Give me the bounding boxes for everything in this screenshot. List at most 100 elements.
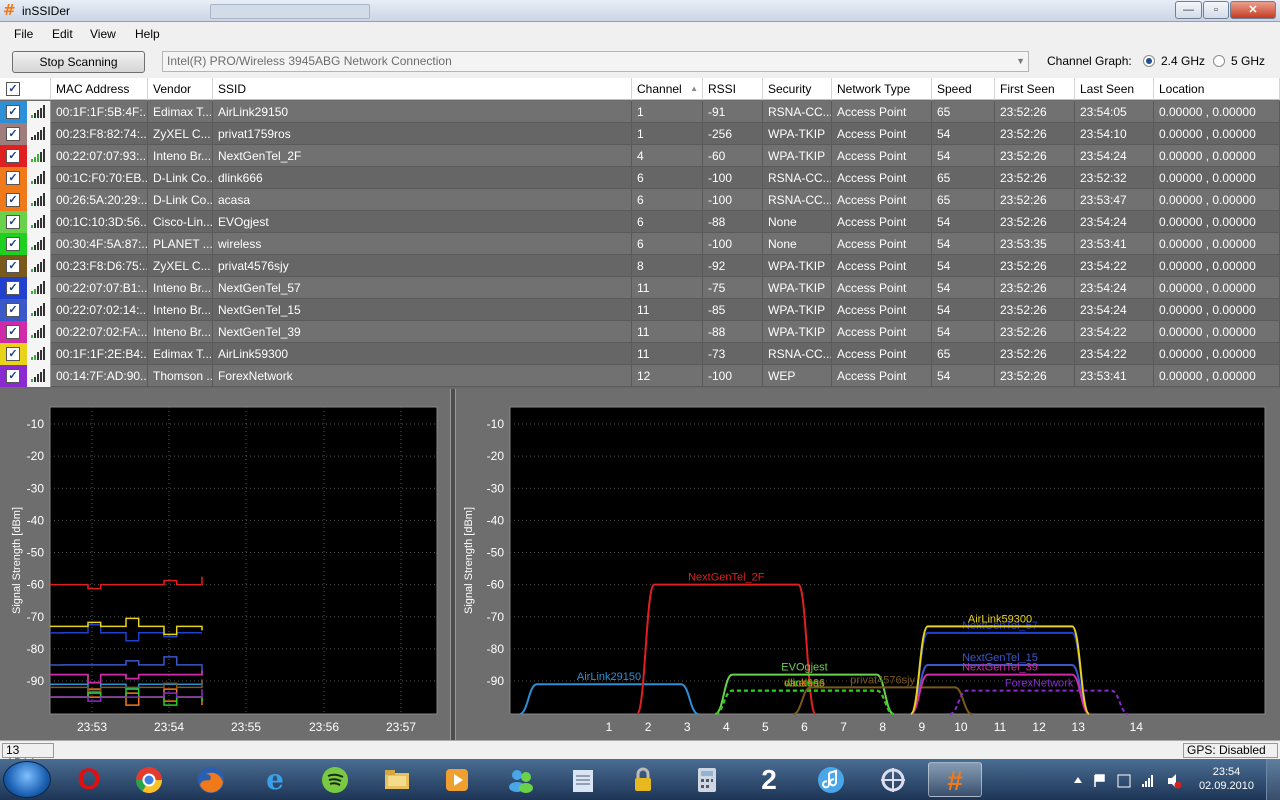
opera-icon[interactable]: O xyxy=(62,762,116,797)
graph-splitter[interactable] xyxy=(450,389,456,740)
cell-network-type: Access Point xyxy=(832,189,932,211)
row-checkbox[interactable]: ✓ xyxy=(0,145,27,167)
column-header-ssid[interactable]: SSID xyxy=(213,78,632,100)
signal-column-header[interactable] xyxy=(27,78,51,100)
minimize-button[interactable]: — xyxy=(1175,1,1202,19)
table-row[interactable]: ✓ 00:26:5A:20:29:... D-Link Co... acasa 6 -10… xyxy=(0,189,1280,211)
row-checkbox[interactable]: ✓ xyxy=(0,365,27,387)
column-header-first-seen[interactable]: First Seen xyxy=(995,78,1075,100)
y-tick-label: -50 xyxy=(27,546,45,560)
system-tray: 23:54 02.09.2010 xyxy=(1068,759,1280,800)
y-tick-label: -40 xyxy=(487,513,505,527)
clock[interactable]: 23:54 02.09.2010 xyxy=(1199,765,1254,793)
row-checkbox[interactable]: ✓ xyxy=(0,277,27,299)
check-icon: ✓ xyxy=(6,259,20,273)
cell-rssi: -100 xyxy=(703,189,763,211)
column-header-location[interactable]: Location xyxy=(1154,78,1280,100)
row-checkbox[interactable]: ✓ xyxy=(0,343,27,365)
lock-icon[interactable] xyxy=(616,762,670,797)
firefox-icon[interactable] xyxy=(184,762,238,797)
row-checkbox[interactable]: ✓ xyxy=(0,167,27,189)
app-hash-icon: # xyxy=(3,1,16,19)
calculator-icon[interactable] xyxy=(680,762,734,797)
ie-icon[interactable]: e xyxy=(248,762,302,797)
cell-vendor: Inteno Br... xyxy=(148,299,213,321)
row-checkbox[interactable]: ✓ xyxy=(0,189,27,211)
band-5-radio[interactable] xyxy=(1213,55,1225,67)
table-row[interactable]: ✓ 00:22:07:07:93:... Inteno Br... NextGenTe… xyxy=(0,145,1280,167)
cell-location: 0.00000 , 0.00000 xyxy=(1154,343,1280,365)
cell-location: 0.00000 , 0.00000 xyxy=(1154,167,1280,189)
table-row[interactable]: ✓ 00:23:F8:82:74:... ZyXEL C... privat1759r… xyxy=(0,123,1280,145)
menu-bar: File Edit View Help xyxy=(0,22,1280,46)
spotify-icon[interactable] xyxy=(308,762,362,797)
x-tick-label: 4 xyxy=(723,720,730,734)
menu-file[interactable]: File xyxy=(14,27,33,41)
close-button[interactable]: ✕ xyxy=(1230,1,1276,19)
column-header-network-type[interactable]: Network Type xyxy=(832,78,932,100)
cell-ssid: acasa xyxy=(213,189,632,211)
column-header-vendor[interactable]: Vendor xyxy=(148,78,213,100)
x-tick-label: 12 xyxy=(1032,720,1046,734)
media-player-icon[interactable] xyxy=(430,762,484,797)
row-checkbox[interactable]: ✓ xyxy=(0,123,27,145)
adapter-select[interactable]: Intel(R) PRO/Wireless 3945ABG Network Co… xyxy=(162,51,1029,72)
stop-scanning-button[interactable]: Stop Scanning xyxy=(12,51,145,73)
messenger-icon[interactable] xyxy=(494,762,548,797)
network-icon[interactable] xyxy=(1142,775,1153,787)
table-row[interactable]: ✓ 00:22:07:07:B1:... Inteno Br... NextGenTe… xyxy=(0,277,1280,299)
cell-ssid: EVOgjest xyxy=(213,211,632,233)
cell-speed: 54 xyxy=(932,321,995,343)
column-header-mac-address[interactable]: MAC Address xyxy=(51,78,148,100)
chrome-icon[interactable] xyxy=(122,762,176,797)
row-checkbox[interactable]: ✓ xyxy=(0,211,27,233)
row-checkbox[interactable]: ✓ xyxy=(0,255,27,277)
cell-ssid: AirLink59300 xyxy=(213,343,632,365)
table-row[interactable]: ✓ 00:14:7F:AD:90... Thomson ... ForexNetwor… xyxy=(0,365,1280,387)
table-row[interactable]: ✓ 00:1C:10:3D:56... Cisco-Lin... EVOgjest 6-… xyxy=(0,211,1280,233)
select-all-checkbox[interactable]: ✓ xyxy=(0,78,27,100)
maximize-button[interactable]: ▫ xyxy=(1203,1,1229,19)
tool-icon[interactable] xyxy=(866,762,920,797)
table-row[interactable]: ✓ 00:22:07:02:14:... Inteno Br... NextGenTe… xyxy=(0,299,1280,321)
tray-icons[interactable] xyxy=(1068,759,1208,800)
row-checkbox[interactable]: ✓ xyxy=(0,299,27,321)
cell-mac-address: 00:22:07:07:B1:... xyxy=(51,277,148,299)
x-tick-label: 11 xyxy=(994,720,1007,734)
table-row[interactable]: ✓ 00:1C:F0:70:EB... D-Link Co... dlink666 6-… xyxy=(0,167,1280,189)
column-header-rssi[interactable]: RSSI xyxy=(703,78,763,100)
start-button[interactable] xyxy=(3,761,51,798)
table-row[interactable]: ✓ 00:22:07:02:FA:... Inteno Br... NextGenTe… xyxy=(0,321,1280,343)
cell-first-seen: 23:52:26 xyxy=(995,299,1075,321)
inssider-taskbar-icon[interactable]: # xyxy=(928,762,982,797)
explorer-icon[interactable] xyxy=(370,762,424,797)
device-icon[interactable] xyxy=(1117,774,1131,788)
column-header-speed[interactable]: Speed xyxy=(932,78,995,100)
notepad-icon[interactable] xyxy=(556,762,610,797)
x-tick-label: 6 xyxy=(801,720,808,734)
table-row[interactable]: ✓ 00:30:4F:5A:87:... PLANET ... wireless 6 -1… xyxy=(0,233,1280,255)
table-row[interactable]: ✓ 00:23:F8:D6:75:... ZyXEL C... privat4576s… xyxy=(0,255,1280,277)
signal-strength-icon xyxy=(27,255,51,277)
row-checkbox[interactable]: ✓ xyxy=(0,321,27,343)
cell-last-seen: 23:53:41 xyxy=(1075,233,1154,255)
column-header-channel[interactable]: Channel ▲ xyxy=(632,78,703,100)
menu-edit[interactable]: Edit xyxy=(52,27,73,41)
band-24-radio[interactable] xyxy=(1143,55,1155,67)
show-desktop-button[interactable] xyxy=(1266,759,1280,800)
tray-expand-icon[interactable] xyxy=(1074,777,1082,783)
menu-view[interactable]: View xyxy=(90,27,116,41)
table-row[interactable]: ✓ 00:1F:1F:2E:B4:... Edimax T... AirLink593… xyxy=(0,343,1280,365)
table-row[interactable]: ✓ 00:1F:1F:5B:4F:... Edimax T... AirLink291… xyxy=(0,101,1280,123)
itunes-icon[interactable] xyxy=(804,762,858,797)
two-icon[interactable]: 2 xyxy=(742,762,796,797)
cell-mac-address: 00:22:07:02:FA:... xyxy=(51,321,148,343)
flag-icon[interactable] xyxy=(1094,774,1105,787)
column-header-last-seen[interactable]: Last Seen xyxy=(1075,78,1154,100)
row-checkbox[interactable]: ✓ xyxy=(0,233,27,255)
row-checkbox[interactable]: ✓ xyxy=(0,101,27,123)
menu-help[interactable]: Help xyxy=(135,27,160,41)
network-table: ✓ MAC Address Vendor SSID Channel ▲ RSSI Securi… xyxy=(0,78,1280,387)
column-header-security[interactable]: Security xyxy=(763,78,832,100)
cell-speed: 54 xyxy=(932,365,995,387)
